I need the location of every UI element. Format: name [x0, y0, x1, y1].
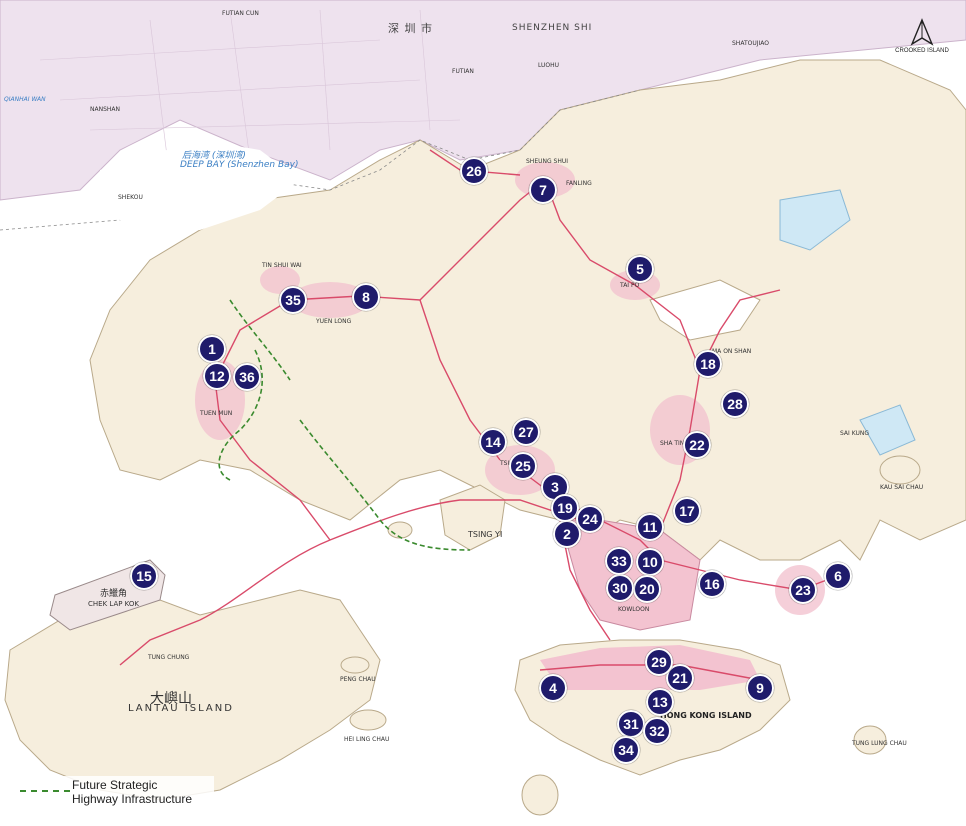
- marker-35[interactable]: 35: [279, 286, 307, 314]
- marker-17[interactable]: 17: [673, 497, 701, 525]
- label-tin-shui-wai: TIN SHUI WAI: [262, 262, 302, 269]
- marker-12[interactable]: 12: [203, 362, 231, 390]
- marker-16[interactable]: 16: [698, 570, 726, 598]
- label-hk-island: HONG KONG ISLAND: [660, 711, 752, 720]
- label-sai-kung: SAI KUNG: [840, 430, 870, 437]
- label-shekou: SHEKOU: [118, 194, 143, 201]
- label-nanshan: NANSHAN: [90, 106, 120, 113]
- tsing-yi-island: [439, 484, 506, 551]
- marker-19[interactable]: 19: [551, 494, 579, 522]
- label-deep-bay-en: DEEP BAY (Shenzhen Bay): [180, 160, 299, 170]
- marker-14[interactable]: 14: [479, 428, 507, 456]
- label-luohu: LUOHU: [538, 62, 560, 69]
- marker-31[interactable]: 31: [617, 710, 645, 738]
- label-tsing-yi: TSING YI: [468, 530, 503, 539]
- marker-29[interactable]: 29: [645, 648, 673, 676]
- marker-13[interactable]: 13: [646, 688, 674, 716]
- marker-18[interactable]: 18: [694, 350, 722, 378]
- marker-7[interactable]: 7: [529, 176, 557, 204]
- label-shenzhen-cn: 深 圳 市: [388, 22, 433, 35]
- marker-11[interactable]: 11: [636, 513, 664, 541]
- label-sheung-shui: SHEUNG SHUI: [526, 158, 569, 165]
- legend: Future Strategic Highway Infrastructure: [14, 776, 214, 816]
- label-tung-lung-chau: TUNG LUNG CHAU: [852, 740, 907, 747]
- legend-line-1: Future Strategic: [72, 778, 158, 792]
- marker-36[interactable]: 36: [233, 363, 261, 391]
- label-shenzhen-en: SHENZHEN SHI: [512, 23, 593, 33]
- legend-text: Future Strategic Highway Infrastructure: [72, 778, 192, 806]
- kau-sai-chau-island: [879, 455, 921, 485]
- label-chek-lap-kok-cn: 赤鱲角: [100, 589, 128, 599]
- marker-24[interactable]: 24: [576, 505, 604, 533]
- label-peng-chau: PENG CHAU: [340, 676, 376, 683]
- label-kau-sai-chau: KAU SAI CHAU: [880, 484, 924, 491]
- marker-1[interactable]: 1: [198, 335, 226, 363]
- marker-15[interactable]: 15: [130, 562, 158, 590]
- label-sha-tin: SHA TIN: [660, 440, 685, 447]
- marker-30[interactable]: 30: [606, 574, 634, 602]
- label-futian-cun: FUTIAN CUN: [222, 10, 259, 17]
- label-kowloon: KOWLOON: [618, 606, 650, 613]
- marker-27[interactable]: 27: [512, 418, 540, 446]
- ma-wan-island: [387, 521, 413, 539]
- marker-25[interactable]: 25: [509, 452, 537, 480]
- label-hei-ling-chau: HEI LING CHAU: [344, 736, 390, 743]
- label-lantau-en: LANTAU ISLAND: [128, 703, 234, 714]
- legend-line-2: Highway Infrastructure: [72, 792, 193, 806]
- marker-5[interactable]: 5: [626, 255, 654, 283]
- label-futian: FUTIAN: [452, 68, 474, 75]
- marker-20[interactable]: 20: [633, 575, 661, 603]
- hei-ling-chau-island: [349, 709, 387, 731]
- lamma-island: [521, 774, 559, 816]
- marker-26[interactable]: 26: [460, 157, 488, 185]
- north-arrow-icon: [910, 18, 934, 46]
- marker-6[interactable]: 6: [824, 562, 852, 590]
- compass: CROOKED ISLAND: [892, 18, 952, 68]
- marker-8[interactable]: 8: [352, 283, 380, 311]
- label-qianhai: QIANHAI WAN: [4, 96, 46, 103]
- peng-chau-island: [340, 656, 370, 674]
- legend-future-highway-swatch: [20, 790, 70, 792]
- marker-32[interactable]: 32: [643, 717, 671, 745]
- marker-28[interactable]: 28: [721, 390, 749, 418]
- marker-22[interactable]: 22: [683, 431, 711, 459]
- label-crooked-island: CROOKED ISLAND: [895, 48, 949, 54]
- marker-4[interactable]: 4: [539, 674, 567, 702]
- label-yuen-long: YUEN LONG: [316, 318, 352, 325]
- map-canvas: 深 圳 市 SHENZHEN SHI FUTIAN LUOHU NANSHAN …: [0, 0, 966, 826]
- label-tuen-mun: TUEN MUN: [200, 410, 233, 417]
- label-chek-lap-kok-en: CHEK LAP KOK: [88, 600, 139, 608]
- label-shatoujiao: SHATOUJIAO: [732, 40, 769, 47]
- marker-9[interactable]: 9: [746, 674, 774, 702]
- marker-34[interactable]: 34: [612, 736, 640, 764]
- label-tung-chung: TUNG CHUNG: [148, 654, 190, 661]
- label-fanling: FANLING: [566, 180, 592, 187]
- marker-33[interactable]: 33: [605, 547, 633, 575]
- marker-10[interactable]: 10: [636, 548, 664, 576]
- label-tai-po: TAI PO: [620, 282, 640, 289]
- marker-23[interactable]: 23: [789, 576, 817, 604]
